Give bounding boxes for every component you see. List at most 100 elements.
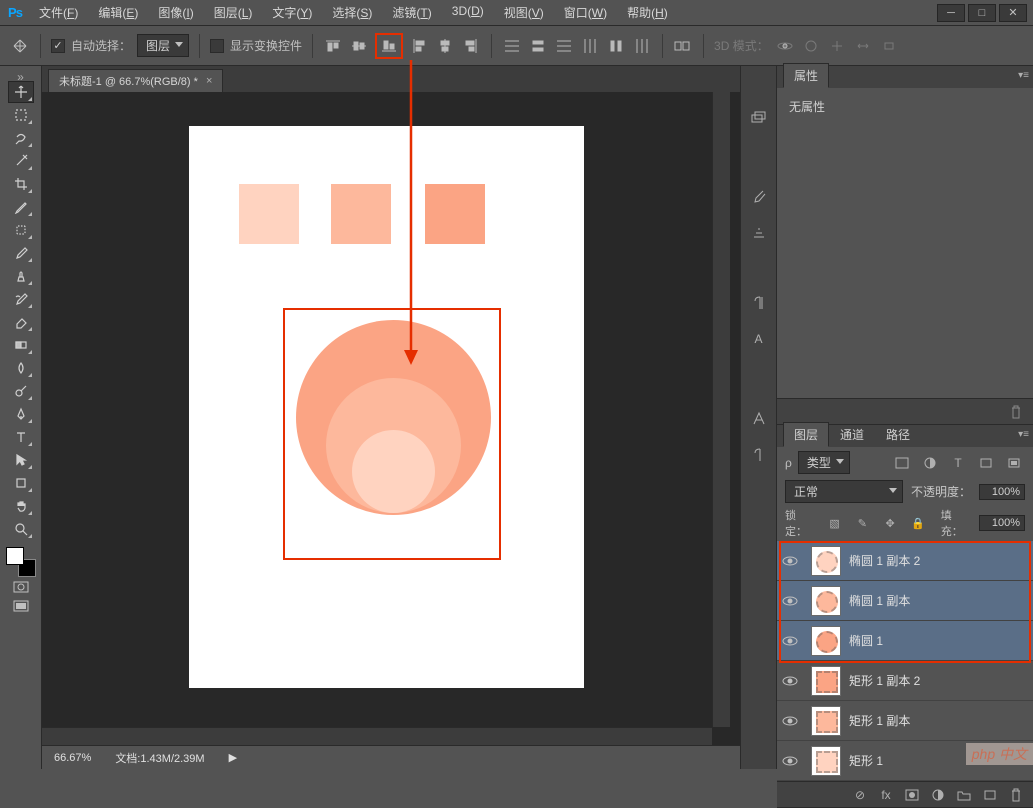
menu-item[interactable]: 滤镜(T) (383, 0, 440, 25)
canvas[interactable] (189, 126, 584, 688)
layer-row[interactable]: 椭圆 1 副本 2 (777, 541, 1033, 581)
canvas-square[interactable] (331, 184, 391, 244)
menu-item[interactable]: 文字(Y) (263, 0, 321, 25)
layer-thumbnail[interactable] (811, 706, 841, 736)
minimize-button[interactable]: ─ (937, 4, 965, 22)
brush-panel-icon[interactable] (746, 186, 772, 208)
marquee-tool[interactable] (8, 104, 34, 126)
auto-select-checkbox[interactable] (51, 39, 65, 53)
close-tab-icon[interactable]: × (206, 75, 212, 87)
layers-tab[interactable]: 图层 (783, 422, 829, 447)
screen-mode-icon[interactable] (8, 597, 34, 615)
type-styles-icon[interactable] (746, 408, 772, 430)
color-swatches[interactable] (6, 547, 36, 577)
crop-tool[interactable] (8, 173, 34, 195)
lock-transparency-icon[interactable]: ▧ (824, 514, 846, 532)
filter-smart-icon[interactable] (1003, 454, 1025, 472)
auto-align-icon[interactable] (673, 37, 693, 55)
gradient-tool[interactable] (8, 334, 34, 356)
properties-tab[interactable]: 属性 (783, 63, 829, 88)
visibility-toggle[interactable] (777, 755, 803, 767)
canvas-circle[interactable] (352, 430, 435, 513)
layer-row[interactable]: 矩形 1 副本 (777, 701, 1033, 741)
foreground-color[interactable] (6, 547, 24, 565)
close-button[interactable]: ✕ (999, 4, 1027, 22)
history-brush-tool[interactable] (8, 288, 34, 310)
new-layer-icon[interactable] (979, 786, 1001, 804)
align-left-icon[interactable] (409, 37, 429, 55)
lock-position-icon[interactable]: ✥ (879, 514, 901, 532)
layer-thumbnail[interactable] (811, 586, 841, 616)
align-right-icon[interactable] (461, 37, 481, 55)
align-bottom-icon[interactable] (379, 37, 399, 55)
healing-tool[interactable] (8, 219, 34, 241)
align-vcenter-icon[interactable] (349, 37, 369, 55)
panel-menu-icon[interactable]: ▾≡ (1018, 70, 1029, 81)
layer-thumbnail[interactable] (811, 546, 841, 576)
layer-row[interactable]: 矩形 1 副本 2 (777, 661, 1033, 701)
distribute-vcenter-icon[interactable] (528, 37, 548, 55)
vertical-scrollbar[interactable] (712, 92, 730, 727)
menu-item[interactable]: 图像(I) (149, 0, 202, 25)
toolbox-collapse-icon[interactable]: » (7, 70, 35, 80)
maximize-button[interactable]: □ (968, 4, 996, 22)
character-panel-icon[interactable]: A (746, 328, 772, 350)
layers-tab[interactable]: 通道 (829, 422, 875, 447)
layer-thumbnail[interactable] (811, 626, 841, 656)
layer-name[interactable]: 矩形 1 副本 (849, 712, 910, 729)
blur-tool[interactable] (8, 357, 34, 379)
auto-select-dropdown[interactable]: 图层 (137, 34, 189, 57)
distribute-left-icon[interactable] (580, 37, 600, 55)
menu-item[interactable]: 窗口(W) (555, 0, 616, 25)
layers-tab[interactable]: 路径 (875, 422, 921, 447)
horizontal-scrollbar[interactable] (42, 727, 712, 745)
document-tab[interactable]: 未标题-1 @ 66.7%(RGB/8) * × (48, 69, 223, 92)
blend-mode-dropdown[interactable]: 正常 (785, 480, 903, 503)
layer-name[interactable]: 椭圆 1 副本 2 (849, 552, 920, 569)
filter-shape-icon[interactable] (975, 454, 997, 472)
shape-tool[interactable] (8, 472, 34, 494)
layer-name[interactable]: 椭圆 1 (849, 632, 883, 649)
zoom-level[interactable]: 66.67% (54, 752, 91, 764)
quick-mask-icon[interactable] (8, 578, 34, 596)
move-tool[interactable] (8, 81, 34, 103)
delete-layer-icon[interactable] (1005, 786, 1027, 804)
path-select-tool[interactable] (8, 449, 34, 471)
eyedropper-tool[interactable] (8, 196, 34, 218)
canvas-area[interactable] (42, 92, 740, 745)
dodge-tool[interactable] (8, 380, 34, 402)
show-transform-checkbox[interactable] (210, 39, 224, 53)
menu-item[interactable]: 图层(L) (205, 0, 262, 25)
canvas-square[interactable] (425, 184, 485, 244)
panel-menu-icon[interactable]: ▾≡ (1018, 429, 1029, 440)
opacity-input[interactable]: 100% (979, 484, 1025, 500)
status-arrow-icon[interactable]: ▶ (229, 751, 237, 764)
distribute-bottom-icon[interactable] (554, 37, 574, 55)
layer-name[interactable]: 椭圆 1 副本 (849, 592, 910, 609)
layer-thumbnail[interactable] (811, 746, 841, 776)
layer-fx-icon[interactable]: fx (875, 786, 897, 804)
hand-tool[interactable] (8, 495, 34, 517)
trash-icon[interactable] (1005, 403, 1027, 421)
zoom-tool[interactable] (8, 518, 34, 540)
type-tool[interactable] (8, 426, 34, 448)
link-layers-icon[interactable]: ⊘ (849, 786, 871, 804)
visibility-toggle[interactable] (777, 595, 803, 607)
layer-name[interactable]: 矩形 1 副本 2 (849, 672, 920, 689)
visibility-toggle[interactable] (777, 675, 803, 687)
align-hcenter-icon[interactable] (435, 37, 455, 55)
canvas-square[interactable] (239, 184, 299, 244)
pen-tool[interactable] (8, 403, 34, 425)
menu-item[interactable]: 文件(F) (30, 0, 87, 25)
brush-tool[interactable] (8, 242, 34, 264)
menu-item[interactable]: 帮助(H) (618, 0, 677, 25)
adjustment-layer-icon[interactable] (927, 786, 949, 804)
filter-image-icon[interactable] (891, 454, 913, 472)
visibility-toggle[interactable] (777, 635, 803, 647)
magic-wand-tool[interactable] (8, 150, 34, 172)
distribute-right-icon[interactable] (632, 37, 652, 55)
paragraph-styles-icon[interactable] (746, 444, 772, 466)
distribute-hcenter-icon[interactable] (606, 37, 626, 55)
layer-mask-icon[interactable] (901, 786, 923, 804)
visibility-toggle[interactable] (777, 555, 803, 567)
